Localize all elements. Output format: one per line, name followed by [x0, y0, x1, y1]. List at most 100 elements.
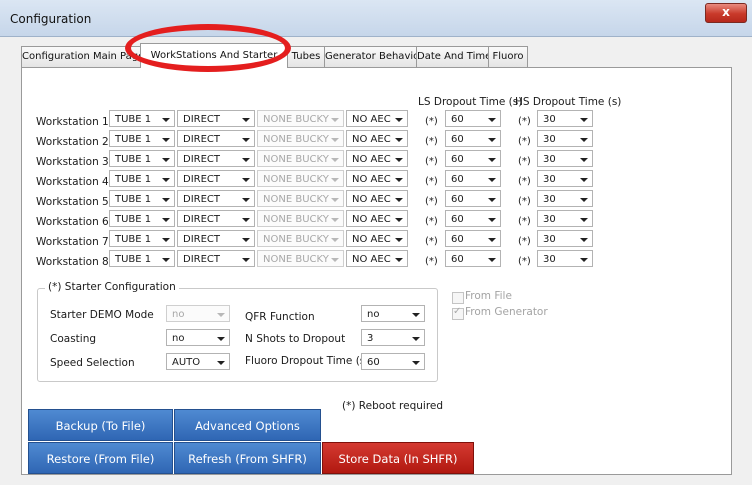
chevron-down-icon [162, 218, 170, 222]
workstation-6-tube-select[interactable]: TUBE 1 [109, 210, 175, 227]
tab-fluoro[interactable]: Fluoro [488, 46, 528, 67]
aec-value: NO AEC [352, 134, 391, 145]
reboot-required-note: (*) Reboot required [342, 400, 444, 412]
workstation-6-mode-select[interactable]: DIRECT [177, 210, 255, 227]
chevron-down-icon [331, 178, 339, 182]
workstation-label: Workstation 1 [36, 116, 109, 128]
workstation-5-bucky-select[interactable]: NONE BUCKY [257, 190, 344, 207]
workstation-1-bucky-select[interactable]: NONE BUCKY [257, 110, 344, 127]
store-data-in-shfr-button[interactable]: Store Data (In SHFR) [322, 442, 474, 474]
ls-dropout-value: 60 [451, 214, 464, 225]
workstation-7-aec-select[interactable]: NO AEC [346, 230, 408, 247]
advanced-options-button[interactable]: Advanced Options [174, 409, 321, 441]
workstation-1-mode-select[interactable]: DIRECT [177, 110, 255, 127]
workstation-1-ls-dropout-select[interactable]: 60 [445, 110, 501, 127]
workstation-5-ls-dropout-select[interactable]: 60 [445, 190, 501, 207]
ls-dropout-value: 60 [451, 154, 464, 165]
workstation-8-bucky-select[interactable]: NONE BUCKY [257, 250, 344, 267]
chevron-down-icon [217, 337, 225, 341]
workstation-7-bucky-select[interactable]: NONE BUCKY [257, 230, 344, 247]
tab-tubes[interactable]: Tubes [285, 46, 327, 67]
workstation-8-ls-dropout-select[interactable]: 60 [445, 250, 501, 267]
workstation-3-ls-dropout-select[interactable]: 60 [445, 150, 501, 167]
workstation-4-aec-select[interactable]: NO AEC [346, 170, 408, 187]
workstation-6-ls-dropout-select[interactable]: 60 [445, 210, 501, 227]
workstation-7-mode-select[interactable]: DIRECT [177, 230, 255, 247]
close-button[interactable]: x [705, 3, 747, 23]
aec-value: NO AEC [352, 234, 391, 245]
workstation-4-hs-dropout-select[interactable]: 30 [537, 170, 593, 187]
mode-value: DIRECT [183, 174, 221, 185]
chevron-down-icon [331, 158, 339, 162]
workstation-2-aec-select[interactable]: NO AEC [346, 130, 408, 147]
bucky-value: NONE BUCKY [263, 214, 329, 225]
chevron-down-icon [162, 258, 170, 262]
chevron-down-icon [580, 258, 588, 262]
refresh-from-shfr-button[interactable]: Refresh (From SHFR) [174, 442, 321, 474]
chevron-down-icon [242, 198, 250, 202]
workstation-5-mode-select[interactable]: DIRECT [177, 190, 255, 207]
qfr-function-select[interactable]: no [361, 305, 425, 322]
tube-value: TUBE 1 [115, 254, 152, 265]
workstation-2-mode-select[interactable]: DIRECT [177, 130, 255, 147]
ls-reboot-marker: (*) [425, 196, 438, 207]
workstation-6-aec-select[interactable]: NO AEC [346, 210, 408, 227]
workstation-5-hs-dropout-select[interactable]: 30 [537, 190, 593, 207]
workstation-2-tube-select[interactable]: TUBE 1 [109, 130, 175, 147]
workstation-7-hs-dropout-select[interactable]: 30 [537, 230, 593, 247]
workstation-8-tube-select[interactable]: TUBE 1 [109, 250, 175, 267]
workstation-label: Workstation 3 [36, 156, 109, 168]
workstation-3-bucky-select[interactable]: NONE BUCKY [257, 150, 344, 167]
workstation-1-hs-dropout-select[interactable]: 30 [537, 110, 593, 127]
workstation-4-mode-select[interactable]: DIRECT [177, 170, 255, 187]
n-shots-to-dropout-value: 3 [367, 333, 374, 344]
workstation-1-aec-select[interactable]: NO AEC [346, 110, 408, 127]
workstation-label: Workstation 4 [36, 176, 109, 188]
n-shots-to-dropout-label: N Shots to Dropout [245, 333, 346, 345]
hs-reboot-marker: (*) [518, 196, 531, 207]
workstation-8-mode-select[interactable]: DIRECT [177, 250, 255, 267]
chevron-down-icon [488, 238, 496, 242]
starter-demo-mode-select[interactable]: no [166, 305, 230, 322]
workstation-8-aec-select[interactable]: NO AEC [346, 250, 408, 267]
coasting-select[interactable]: no [166, 329, 230, 346]
from-file-checkbox[interactable] [452, 292, 464, 304]
chevron-down-icon [488, 118, 496, 122]
fluoro-dropout-time-select[interactable]: 60 [361, 353, 425, 370]
workstation-5-tube-select[interactable]: TUBE 1 [109, 190, 175, 207]
chevron-down-icon [395, 178, 403, 182]
coasting-value: no [172, 333, 185, 344]
workstation-1-tube-select[interactable]: TUBE 1 [109, 110, 175, 127]
restore-from-file-button[interactable]: Restore (From File) [28, 442, 173, 474]
from-generator-checkbox[interactable] [452, 306, 464, 320]
workstation-4-bucky-select[interactable]: NONE BUCKY [257, 170, 344, 187]
bucky-value: NONE BUCKY [263, 194, 329, 205]
mode-value: DIRECT [183, 114, 221, 125]
workstation-3-aec-select[interactable]: NO AEC [346, 150, 408, 167]
tube-value: TUBE 1 [115, 134, 152, 145]
tab-date-and-time[interactable]: Date And Time [416, 46, 491, 67]
speed-selection-select[interactable]: AUTO [166, 353, 230, 370]
hs-dropout-value: 30 [543, 214, 556, 225]
workstation-2-hs-dropout-select[interactable]: 30 [537, 130, 593, 147]
chevron-down-icon [395, 118, 403, 122]
workstation-5-aec-select[interactable]: NO AEC [346, 190, 408, 207]
tab-generator-behavior[interactable]: Generator Behavior [324, 46, 423, 67]
workstation-7-ls-dropout-select[interactable]: 60 [445, 230, 501, 247]
workstation-3-hs-dropout-select[interactable]: 30 [537, 150, 593, 167]
workstation-2-bucky-select[interactable]: NONE BUCKY [257, 130, 344, 147]
workstation-2-ls-dropout-select[interactable]: 60 [445, 130, 501, 147]
n-shots-to-dropout-select[interactable]: 3 [361, 329, 425, 346]
chevron-down-icon [412, 313, 420, 317]
workstation-6-hs-dropout-select[interactable]: 30 [537, 210, 593, 227]
backup-to-file-button[interactable]: Backup (To File) [28, 409, 173, 441]
workstation-4-ls-dropout-select[interactable]: 60 [445, 170, 501, 187]
workstation-3-mode-select[interactable]: DIRECT [177, 150, 255, 167]
ls-dropout-value: 60 [451, 174, 464, 185]
workstation-8-hs-dropout-select[interactable]: 30 [537, 250, 593, 267]
workstation-7-tube-select[interactable]: TUBE 1 [109, 230, 175, 247]
workstation-3-tube-select[interactable]: TUBE 1 [109, 150, 175, 167]
workstation-4-tube-select[interactable]: TUBE 1 [109, 170, 175, 187]
workstation-6-bucky-select[interactable]: NONE BUCKY [257, 210, 344, 227]
mode-value: DIRECT [183, 154, 221, 165]
